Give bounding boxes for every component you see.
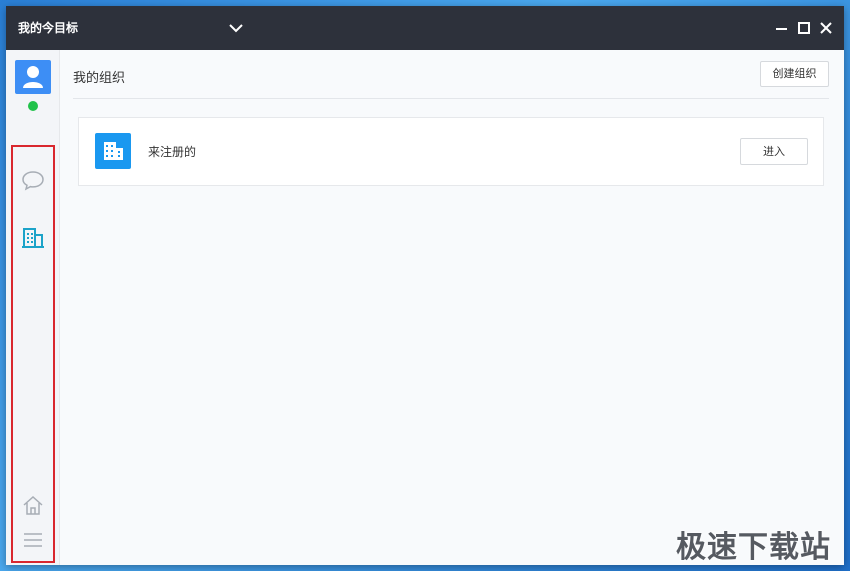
- chevron-down-icon[interactable]: [226, 18, 246, 38]
- main-panel: 我的组织 创建组织 来注册的 进入: [61, 50, 844, 565]
- create-organization-button[interactable]: 创建组织: [760, 61, 829, 87]
- divider: [73, 98, 829, 99]
- online-status-dot: [28, 101, 38, 111]
- organization-name: 来注册的: [148, 145, 197, 159]
- chat-bubble-icon[interactable]: [21, 168, 45, 192]
- watermark: 极速下载站: [676, 530, 831, 565]
- enter-button[interactable]: 进入: [740, 138, 808, 165]
- close-button[interactable]: [816, 18, 836, 38]
- menu-icon[interactable]: [21, 528, 45, 552]
- home-icon[interactable]: [21, 494, 45, 518]
- sidebar: [6, 50, 60, 565]
- maximize-button[interactable]: [794, 18, 814, 38]
- title-bar: 我的今目标: [6, 6, 844, 50]
- organization-logo: [95, 133, 131, 169]
- app-window: 我的今目标 我的组织 创建组织 来注册的 进入: [6, 6, 844, 565]
- app-title: 我的今目标: [18, 21, 79, 35]
- building-icon[interactable]: [21, 226, 45, 250]
- organization-card: 来注册的 进入: [78, 117, 824, 186]
- building-icon: [104, 142, 123, 160]
- page-title: 我的组织: [73, 71, 126, 86]
- user-icon: [23, 66, 43, 88]
- avatar[interactable]: [15, 60, 51, 94]
- minimize-button[interactable]: [772, 18, 792, 38]
